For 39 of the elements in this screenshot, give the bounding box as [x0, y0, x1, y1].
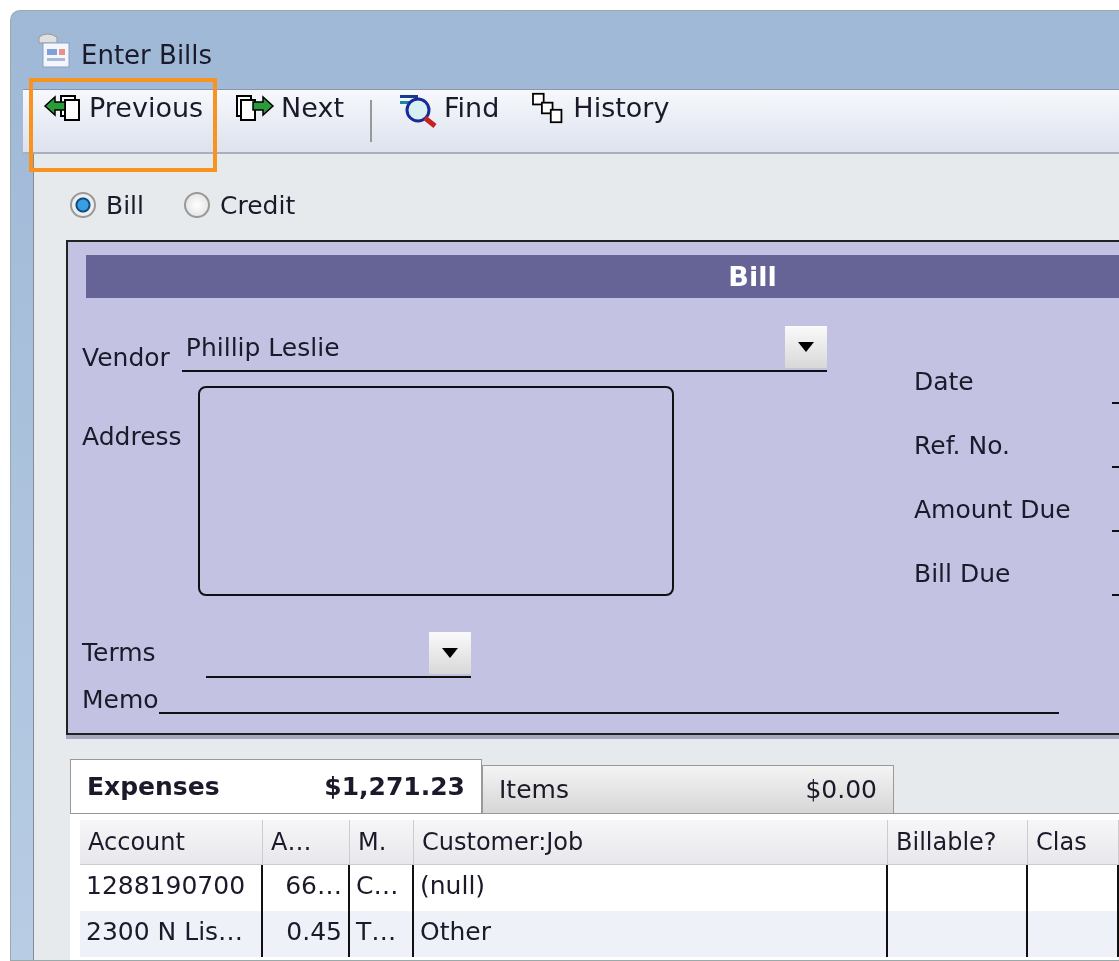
column-header[interactable]: Billable?	[888, 820, 1028, 864]
column-header[interactable]: A…	[263, 820, 350, 864]
memo-label: Memo	[82, 685, 159, 714]
caret-icon	[442, 648, 458, 658]
terms-dropdown[interactable]	[206, 634, 471, 678]
column-header[interactable]: Clas	[1028, 820, 1119, 864]
form-header: Bill	[86, 255, 1119, 298]
terms-label: Terms	[82, 638, 157, 667]
field-label: Amount Due	[914, 495, 1072, 524]
bill-type-radio[interactable]: Bill	[70, 190, 144, 220]
window-title: Enter Bills	[81, 39, 213, 72]
forward-arrow-icon	[235, 92, 276, 122]
table-cell: 1288190700	[86, 871, 246, 900]
column-header[interactable]: Account	[80, 820, 263, 864]
vendor-dropdown[interactable]: Phillip Leslie	[181, 328, 827, 372]
tab[interactable]: Expenses $1,271.23	[70, 759, 482, 813]
vendor-label: Vendor	[82, 343, 170, 372]
table-cell: T…	[356, 917, 397, 946]
table-cell: 0.45	[286, 917, 342, 946]
previous-button[interactable]: Previous	[29, 78, 218, 172]
column-header[interactable]: M.	[350, 820, 414, 864]
history-button[interactable]: History	[517, 78, 684, 172]
field-label: Bill Due	[914, 559, 1012, 588]
caret-icon	[797, 342, 814, 352]
table-cell: 2300 N Lis…	[86, 917, 244, 946]
table-cell: 66…	[285, 871, 342, 900]
tab[interactable]: Items $0.00	[482, 765, 894, 813]
table-cell: (null)	[420, 871, 486, 900]
address-field[interactable]	[197, 386, 674, 596]
table-cell: Other	[420, 917, 491, 946]
find-button[interactable]: Find	[384, 78, 514, 172]
back-arrow-icon	[43, 92, 83, 122]
address-label: Address	[82, 422, 182, 453]
bill-type-radio[interactable]: Credit	[184, 190, 296, 220]
table-cell: C…	[356, 871, 399, 900]
search-icon	[398, 92, 438, 128]
column-header[interactable]: Customer:Job	[414, 820, 888, 864]
field-label: Ref. No.	[914, 431, 1011, 460]
field-label: Date	[914, 367, 975, 396]
